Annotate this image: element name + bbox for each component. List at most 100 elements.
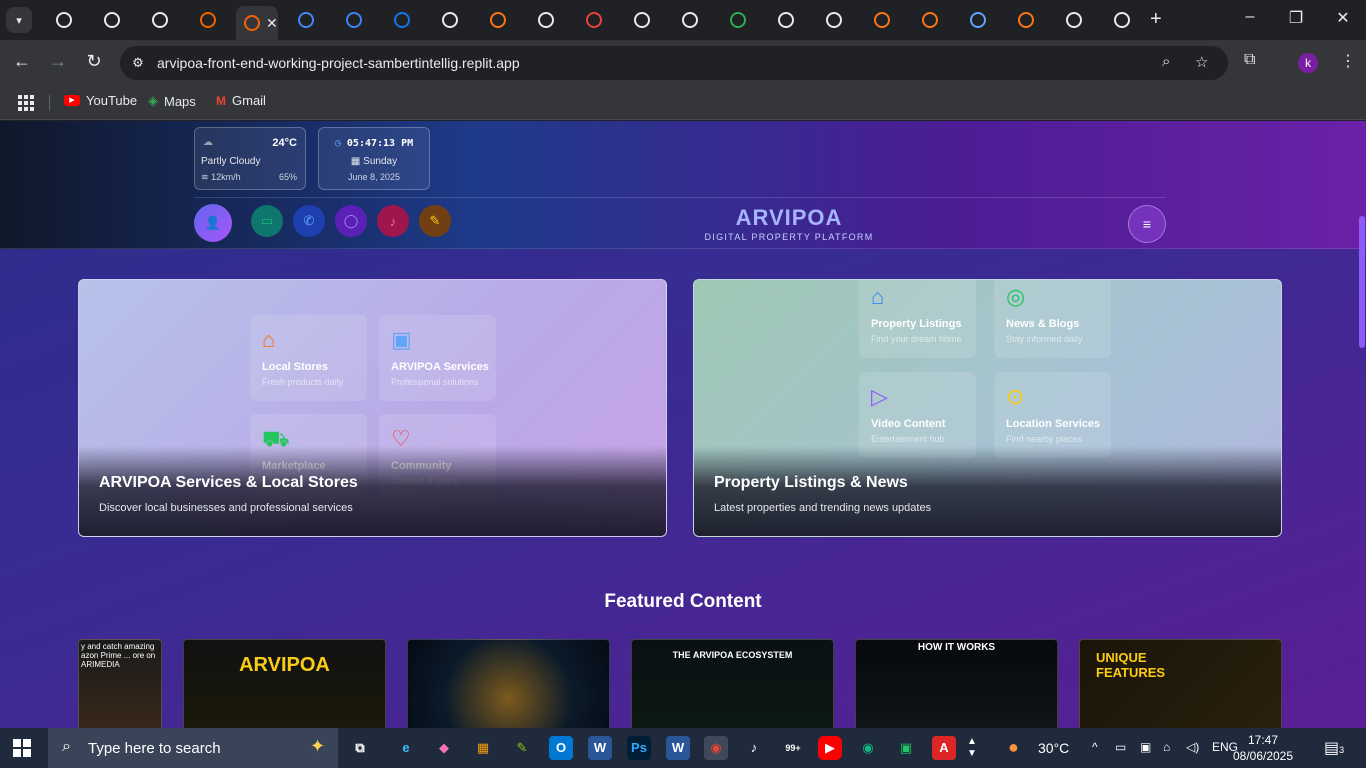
profile-avatar[interactable]: k bbox=[1298, 53, 1318, 73]
sun-icon[interactable]: ● bbox=[1008, 737, 1019, 758]
featured-thumb[interactable] bbox=[407, 639, 610, 728]
close-window-button[interactable]: ✕ bbox=[1333, 8, 1353, 28]
services-card[interactable]: ♡CommunityConnect & share⛟Marketplace▣AR… bbox=[78, 279, 667, 537]
task-view-icon[interactable]: ⧉ bbox=[348, 736, 372, 760]
featured-thumb[interactable]: HOW IT WORKS bbox=[855, 639, 1058, 728]
camera-icon[interactable]: ▣ bbox=[1140, 740, 1151, 754]
tiktok-icon[interactable]: ♪ bbox=[742, 736, 766, 760]
chrome-icon[interactable]: ◉ bbox=[704, 736, 728, 760]
browser-tab[interactable] bbox=[1058, 6, 1104, 34]
browser-tab[interactable] bbox=[434, 6, 480, 34]
browser-tab[interactable] bbox=[192, 6, 238, 34]
browser-tab[interactable] bbox=[578, 6, 624, 34]
bookmark-gmail[interactable]: M Gmail bbox=[216, 93, 266, 108]
featured-thumb[interactable]: y and catch amazing azon Prime ... ore o… bbox=[78, 639, 162, 728]
browser-tab[interactable] bbox=[626, 6, 672, 34]
browser-tab[interactable] bbox=[290, 6, 336, 34]
phone-button[interactable]: ✆ bbox=[293, 205, 325, 237]
word-icon[interactable]: W bbox=[588, 736, 612, 760]
temperature: 24°C bbox=[272, 137, 297, 149]
taskbar-scroll-icon[interactable]: ▲ ▼ bbox=[962, 736, 982, 760]
clock-date: June 8, 2025 bbox=[347, 172, 401, 182]
tab-search-button[interactable]: ▾ bbox=[6, 7, 32, 33]
chevron-up-icon[interactable]: ^ bbox=[1092, 740, 1098, 754]
system-clock[interactable]: 17:47 08/06/2025 bbox=[1222, 732, 1304, 764]
tile-local-stores[interactable]: ⌂ Local Stores Fresh products daily bbox=[250, 315, 367, 401]
close-tab-icon[interactable]: ✕ bbox=[266, 15, 278, 32]
bell-button[interactable]: ♪ bbox=[377, 205, 409, 237]
battery-icon[interactable]: ▭ bbox=[1115, 740, 1126, 754]
edge-icon[interactable]: e bbox=[394, 736, 418, 760]
brand[interactable]: ARVIPOA DIGITAL PROPERTY PLATFORM bbox=[700, 205, 878, 242]
taskbar-search[interactable]: ⌕ Type here to search ✦ bbox=[48, 728, 338, 768]
tile-property-listings[interactable]: ⌂ Property Listings Find your dream home bbox=[859, 280, 976, 358]
calendar-icon: ▦ bbox=[350, 156, 361, 167]
maximize-button[interactable]: ❐ bbox=[1286, 8, 1306, 28]
bookmark-youtube[interactable]: ▶ YouTube bbox=[64, 93, 137, 108]
browser-tab[interactable] bbox=[1010, 6, 1056, 34]
word-doc-icon[interactable]: W bbox=[666, 736, 690, 760]
windows-start-icon[interactable] bbox=[13, 739, 31, 757]
store-icon[interactable]: ▦ bbox=[471, 736, 495, 760]
featured-thumb[interactable]: ARVIPOA bbox=[183, 639, 386, 728]
minimize-button[interactable]: – bbox=[1240, 8, 1260, 26]
browser-tab[interactable] bbox=[962, 6, 1008, 34]
browser-tab[interactable] bbox=[482, 6, 528, 34]
featured-thumb[interactable]: THE ARVIPOA ECOSYSTEM bbox=[631, 639, 834, 728]
clock-widget[interactable]: ◷ 05:47:13 PM ▦ Sunday June 8, 2025 bbox=[318, 127, 430, 190]
browser-tab[interactable] bbox=[914, 6, 960, 34]
maps-app-icon[interactable]: ✎ bbox=[510, 736, 534, 760]
browser-tab[interactable] bbox=[48, 6, 94, 34]
browser-menu-icon[interactable]: ⋮ bbox=[1340, 51, 1356, 71]
globe-icon bbox=[394, 12, 410, 28]
apps-grid-icon[interactable] bbox=[18, 95, 34, 111]
tile-arvipoa-services[interactable]: ▣ ARVIPOA Services Professional solutions bbox=[379, 315, 496, 401]
outlook-icon[interactable]: O bbox=[549, 736, 573, 760]
menu-button[interactable]: ≡ bbox=[1128, 205, 1166, 243]
notification-icon[interactable]: ▤3 bbox=[1324, 738, 1344, 758]
youtube-app-icon[interactable]: ▶ bbox=[818, 736, 842, 760]
forward-button[interactable]: → bbox=[46, 51, 70, 72]
tile-news-blogs[interactable]: ◎ News & Blogs Stay informed daily bbox=[994, 280, 1111, 358]
chat-button[interactable]: ◯ bbox=[335, 205, 367, 237]
browser-tab[interactable] bbox=[386, 6, 432, 34]
browser-tab[interactable] bbox=[144, 6, 190, 34]
network-icon[interactable]: ⌂ bbox=[1163, 740, 1170, 754]
reload-button[interactable]: ↻ bbox=[82, 51, 106, 72]
browser-tab[interactable] bbox=[722, 6, 768, 34]
url-text[interactable]: arvipoa-front-end-working-project-samber… bbox=[157, 55, 520, 71]
copilot-icon[interactable]: ◆ bbox=[432, 736, 456, 760]
video-button[interactable]: ▭ bbox=[251, 205, 283, 237]
bookmark-maps[interactable]: ◈ Maps bbox=[148, 93, 196, 109]
browser-tab[interactable] bbox=[338, 6, 384, 34]
browser-tab[interactable]: ✕ bbox=[236, 6, 278, 40]
browser-tab[interactable] bbox=[818, 6, 864, 34]
extensions-icon[interactable]: ⧉ bbox=[1244, 51, 1255, 69]
back-button[interactable]: ← bbox=[10, 51, 34, 72]
meet-icon[interactable]: ▣ bbox=[894, 736, 918, 760]
new-tab-button[interactable]: + bbox=[1150, 8, 1162, 31]
bookmark-star-icon[interactable]: ☆ bbox=[1195, 53, 1208, 71]
browser-tab[interactable] bbox=[770, 6, 816, 34]
browser-tab[interactable] bbox=[96, 6, 142, 34]
browser-tab[interactable] bbox=[530, 6, 576, 34]
file-icon[interactable]: 99+ bbox=[781, 736, 805, 760]
browser-tab[interactable] bbox=[1106, 6, 1152, 34]
site-info-icon[interactable]: ⚙ bbox=[128, 53, 148, 73]
photoshop-icon[interactable]: Ps bbox=[627, 736, 651, 760]
user-button[interactable]: 👤 bbox=[194, 204, 232, 242]
address-bar[interactable]: ⚙ arvipoa-front-end-working-project-samb… bbox=[120, 46, 1228, 80]
property-news-card[interactable]: ⊙ Location Services Find nearby places ▷ Vid… bbox=[693, 279, 1282, 537]
acrobat-icon[interactable]: A bbox=[932, 736, 956, 760]
browser-tab[interactable] bbox=[674, 6, 720, 34]
brand-tagline: DIGITAL PROPERTY PLATFORM bbox=[704, 232, 874, 242]
tray-weather[interactable]: 30°C bbox=[1038, 740, 1069, 756]
weather-widget[interactable]: ☁ 24°C Partly Cloudy ≋ 12km/h 65% bbox=[194, 127, 306, 190]
pencil-button[interactable]: ✎ bbox=[419, 205, 451, 237]
volume-icon[interactable]: ◁) bbox=[1186, 740, 1199, 754]
zoom-icon[interactable]: ⌕ bbox=[1162, 53, 1170, 70]
browser-tab[interactable] bbox=[866, 6, 912, 34]
featured-thumb[interactable]: UNIQUE FEATURES bbox=[1079, 639, 1282, 728]
chrome-profile-icon[interactable]: ◉ bbox=[856, 736, 880, 760]
page-scrollbar[interactable] bbox=[1359, 216, 1365, 348]
